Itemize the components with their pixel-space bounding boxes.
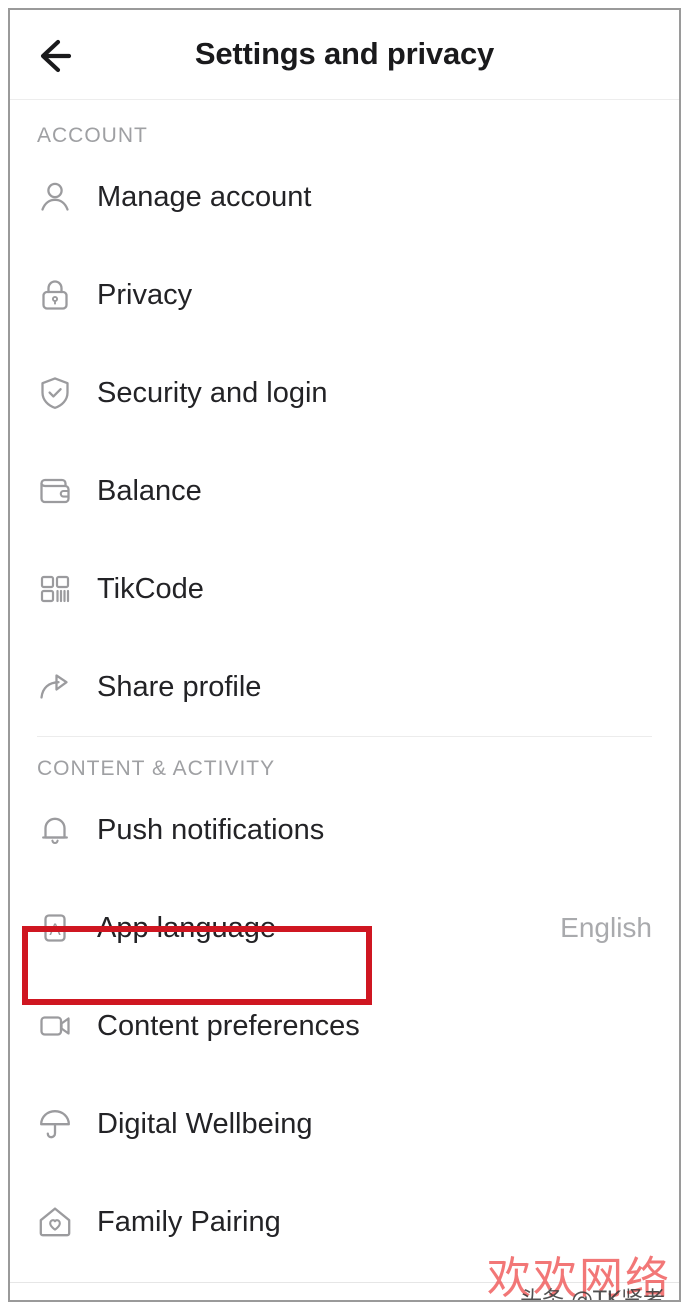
- settings-row-label: Share profile: [97, 670, 262, 703]
- section-title-account: ACCOUNT: [37, 124, 148, 147]
- settings-row-tikcode[interactable]: TikCode: [10, 540, 679, 638]
- qrcode-icon: [37, 571, 83, 607]
- settings-row-label: TikCode: [97, 572, 204, 605]
- svg-text:A: A: [49, 920, 61, 939]
- settings-row-label: Content preferences: [97, 1009, 360, 1042]
- wallet-icon: [37, 473, 83, 509]
- section-title-content-activity: CONTENT & ACTIVITY: [37, 757, 276, 780]
- settings-row-label: Push notifications: [97, 813, 325, 846]
- settings-row-label: Digital Wellbeing: [97, 1107, 313, 1140]
- app-header: Settings and privacy: [10, 10, 679, 100]
- lock-icon: [37, 277, 83, 313]
- bottom-divider: [10, 1282, 679, 1283]
- settings-row-privacy[interactable]: Privacy: [10, 246, 679, 344]
- settings-row-label: Security and login: [97, 376, 328, 409]
- settings-row-security-and-login[interactable]: Security and login: [10, 344, 679, 442]
- settings-row-label: Manage account: [97, 180, 312, 213]
- video-camera-icon: [37, 1008, 83, 1044]
- settings-row-content-preferences[interactable]: Content preferences: [10, 977, 679, 1075]
- share-arrow-icon: [37, 669, 83, 705]
- content-row-list: Push notifications A App language Englis…: [10, 781, 679, 1271]
- settings-row-label: App language: [97, 911, 276, 944]
- settings-row-balance[interactable]: Balance: [10, 442, 679, 540]
- umbrella-icon: [37, 1106, 83, 1142]
- settings-row-label: Family Pairing: [97, 1205, 281, 1238]
- settings-row-label: Balance: [97, 474, 202, 507]
- settings-row-push-notifications[interactable]: Push notifications: [10, 781, 679, 879]
- settings-row-manage-account[interactable]: Manage account: [10, 148, 679, 246]
- app-language-value: English: [560, 912, 652, 943]
- settings-row-app-language[interactable]: A App language English: [10, 879, 679, 977]
- shield-check-icon: [37, 375, 83, 411]
- letter-a-box-icon: A: [37, 910, 83, 946]
- person-icon: [37, 179, 83, 215]
- settings-row-digital-wellbeing[interactable]: Digital Wellbeing: [10, 1075, 679, 1173]
- house-heart-icon: [37, 1204, 83, 1240]
- bell-icon: [37, 812, 83, 848]
- section-account: ACCOUNT Manage account Privacy Security …: [10, 100, 679, 736]
- settings-row-share-profile[interactable]: Share profile: [10, 638, 679, 736]
- section-content-activity: CONTENT & ACTIVITY Push notifications A: [10, 737, 679, 1271]
- phone-screen: Settings and privacy ACCOUNT Manage acco…: [8, 8, 681, 1302]
- watermark-secondary: 头条 @TK贤者: [520, 1288, 665, 1302]
- page-title: Settings and privacy: [194, 36, 495, 71]
- account-row-list: Manage account Privacy Security and logi…: [10, 148, 679, 736]
- settings-row-label: Privacy: [97, 278, 193, 311]
- settings-row-family-pairing[interactable]: Family Pairing: [10, 1173, 679, 1271]
